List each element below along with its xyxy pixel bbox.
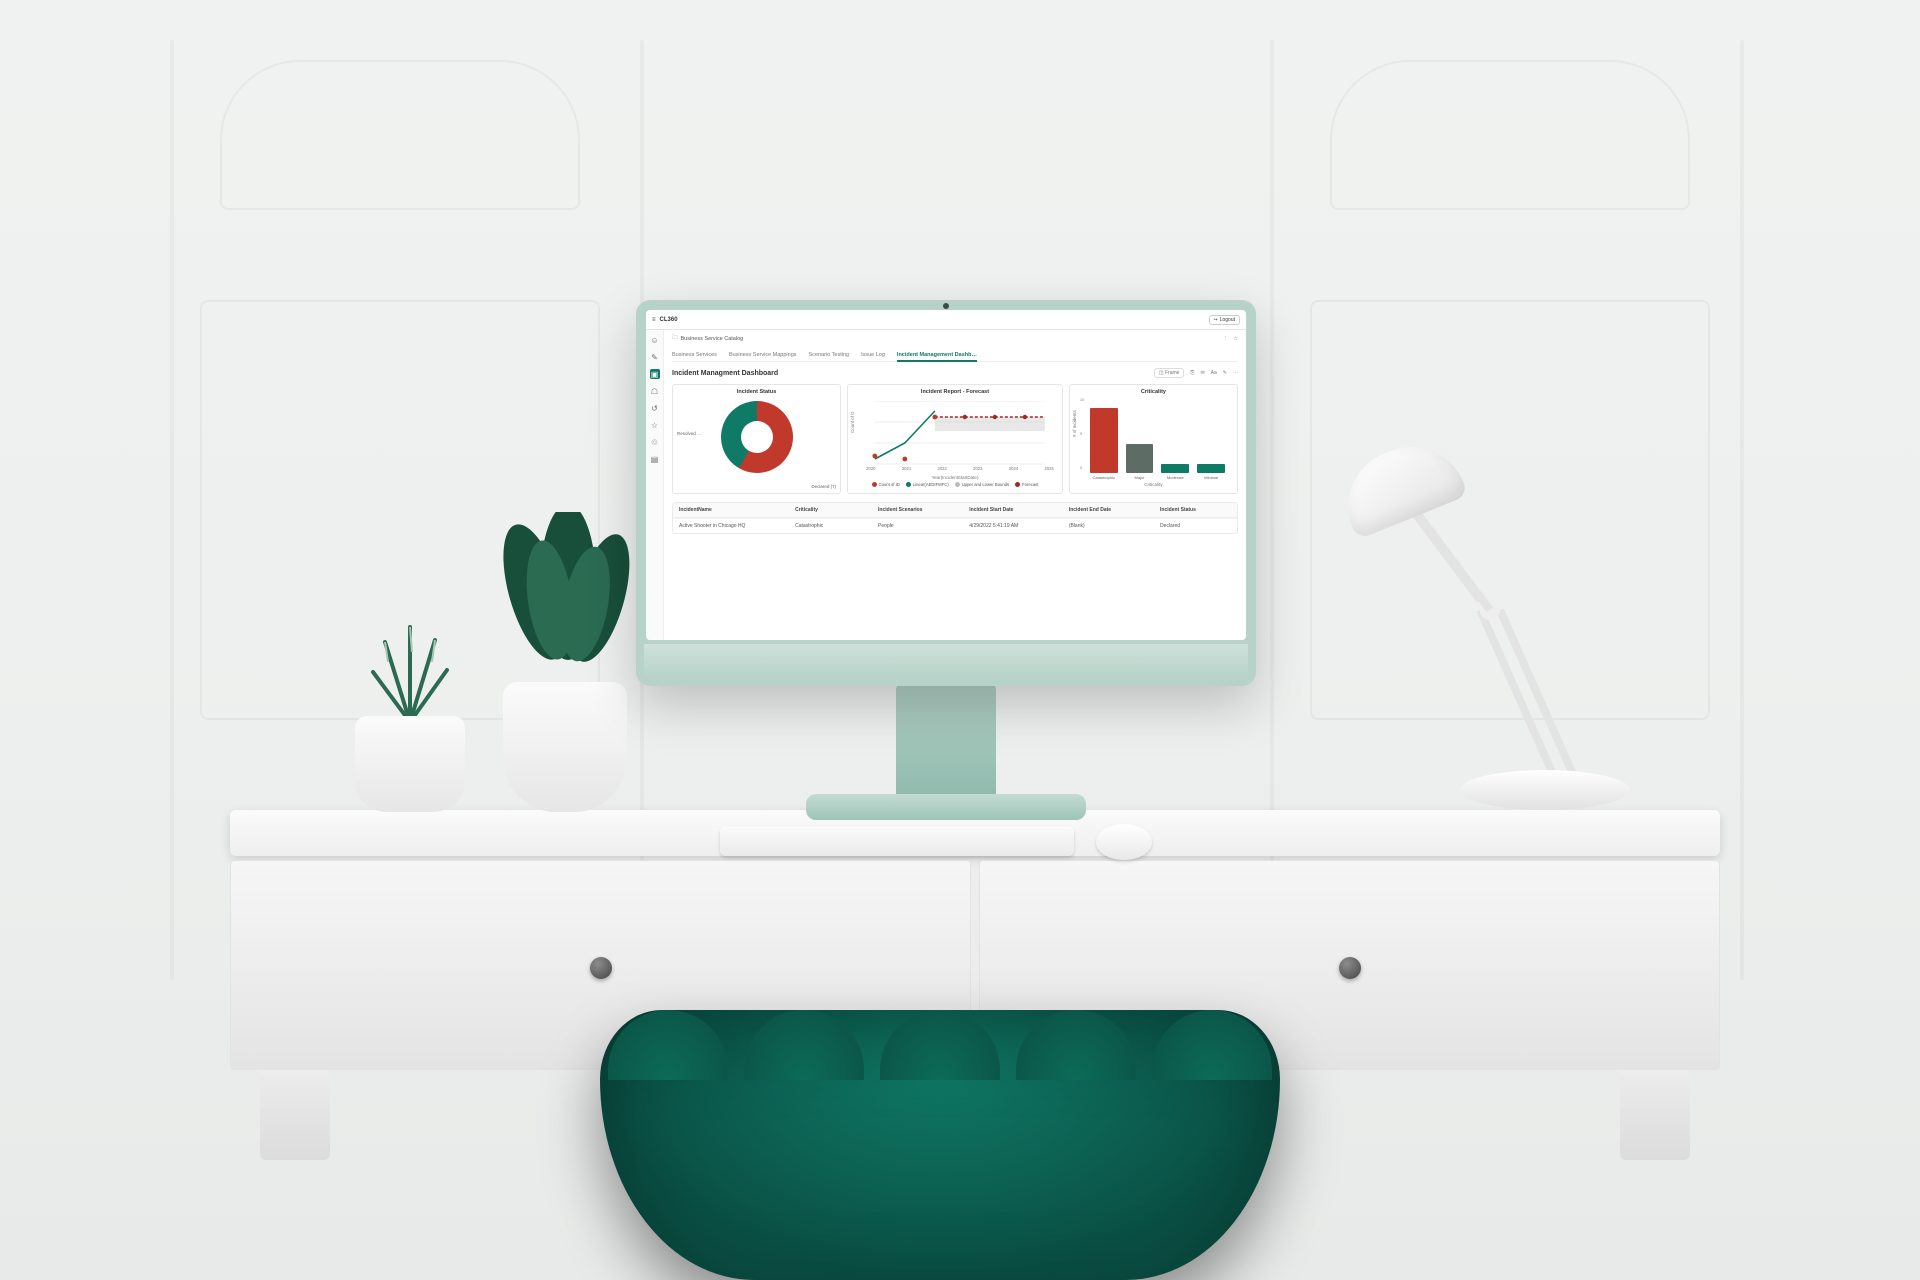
star-icon[interactable]: ☆	[650, 420, 660, 430]
card-criticality: Criticality # of Incidents 1050 Catastro…	[1069, 384, 1238, 494]
page-title: Incident Managment Dashboard	[672, 370, 778, 377]
donut-label-resolved: Resolved …	[677, 431, 702, 436]
history-icon[interactable]: ↺	[650, 403, 660, 413]
x-axis-label: Year(IncidentStartDate)	[854, 475, 1056, 480]
monitor: ≡ CL360 ↪ Logout ☺ ✎ ▣ ☖ ↺ ☆ ♲ ▤	[636, 300, 1256, 820]
incidents-table: IncidentName Criticality Incident Scenar…	[672, 502, 1238, 534]
logout-button[interactable]: ↪ Logout	[1209, 315, 1241, 325]
plant-small	[340, 612, 480, 812]
chart-legend: Count of ID Linear(AEDIFMFC) Upper and L…	[854, 482, 1056, 487]
folder-icon[interactable]: ▣	[650, 369, 660, 379]
col-incident-name[interactable]: IncidentName	[673, 503, 789, 517]
avatar-icon[interactable]: ☺	[650, 335, 660, 345]
col-status[interactable]: Incident Status	[1154, 503, 1237, 517]
card-title: Incident Report - Forecast	[854, 389, 1056, 395]
chat-icon[interactable]: ✉	[1200, 370, 1204, 376]
pencil-icon[interactable]: ✎	[650, 352, 660, 362]
line-chart	[866, 401, 1054, 465]
webcam-icon	[943, 303, 949, 309]
card-incident-status: Incident Status Resolved … Declared (7)	[672, 384, 841, 494]
trash-icon[interactable]: ♲	[650, 437, 660, 447]
star-outline-icon[interactable]: ☆	[1233, 336, 1238, 342]
bell-icon[interactable]: ☖	[650, 386, 660, 396]
left-rail: ☺ ✎ ▣ ☖ ↺ ☆ ♲ ▤	[646, 330, 664, 640]
logout-label: Logout	[1220, 317, 1235, 323]
breadcrumb[interactable]: Business Service Catalog	[681, 336, 744, 342]
text-aa-icon[interactable]: Aa	[1211, 370, 1217, 376]
tab-scenario-testing[interactable]: Scenario Testing	[809, 349, 850, 361]
edit-icon[interactable]: ✎	[1223, 370, 1227, 376]
server-icon[interactable]: ▤	[650, 454, 660, 464]
tab-business-services[interactable]: Business Services	[672, 349, 717, 361]
donut-label-declared: Declared (7)	[811, 484, 836, 489]
chair	[600, 1010, 1280, 1280]
hamburger-icon[interactable]: ≡	[652, 317, 656, 323]
app-brand: CL360	[660, 317, 678, 323]
frame-toggle[interactable]: ◫ Frame	[1154, 368, 1185, 378]
tabs: Business Services Business Service Mappi…	[672, 349, 1238, 362]
new-tab-icon[interactable]: ⎘	[1190, 370, 1194, 376]
col-criticality[interactable]: Criticality	[789, 503, 872, 517]
card-title: Criticality	[1076, 389, 1231, 395]
desk-lamp	[1330, 430, 1630, 810]
tab-issue-log[interactable]: Issue Log	[861, 349, 885, 361]
donut-chart	[721, 401, 793, 473]
x-axis-label: Criticality	[1076, 482, 1231, 487]
toolbar: ◫ Frame ⎘ ✉ Aa ✎ ⋯	[1154, 368, 1238, 378]
keyboard	[720, 826, 1074, 856]
table-row[interactable]: Active Shooter in Chicago HQ Catastrophi…	[673, 518, 1237, 533]
kebab-icon[interactable]: ⋮	[1223, 336, 1229, 342]
col-scenarios[interactable]: Incident Scenarios	[872, 503, 963, 517]
col-end-date[interactable]: Incident End Date	[1063, 503, 1154, 517]
bar-chart: 1050 Catastrophic Major Moderate Minimal	[1076, 397, 1231, 482]
app-screen: ≡ CL360 ↪ Logout ☺ ✎ ▣ ☖ ↺ ☆ ♲ ▤	[646, 310, 1246, 640]
col-start-date[interactable]: Incident Start Date	[963, 503, 1063, 517]
tab-incident-dashboard[interactable]: Incident Management Dashb…	[897, 349, 977, 361]
plant-big	[480, 522, 650, 812]
tab-business-service-mappings[interactable]: Business Service Mappings	[729, 349, 797, 361]
breadcrumb-folder-icon: 🗀	[672, 334, 678, 343]
card-forecast: Incident Report - Forecast Count of D	[847, 384, 1063, 494]
logout-icon: ↪	[1214, 317, 1218, 323]
y-axis-label: Count of D	[850, 411, 855, 433]
mouse	[1096, 824, 1152, 860]
app-header: ≡ CL360 ↪ Logout	[646, 310, 1246, 330]
card-title: Incident Status	[679, 389, 834, 395]
more-icon[interactable]: ⋯	[1233, 370, 1238, 376]
